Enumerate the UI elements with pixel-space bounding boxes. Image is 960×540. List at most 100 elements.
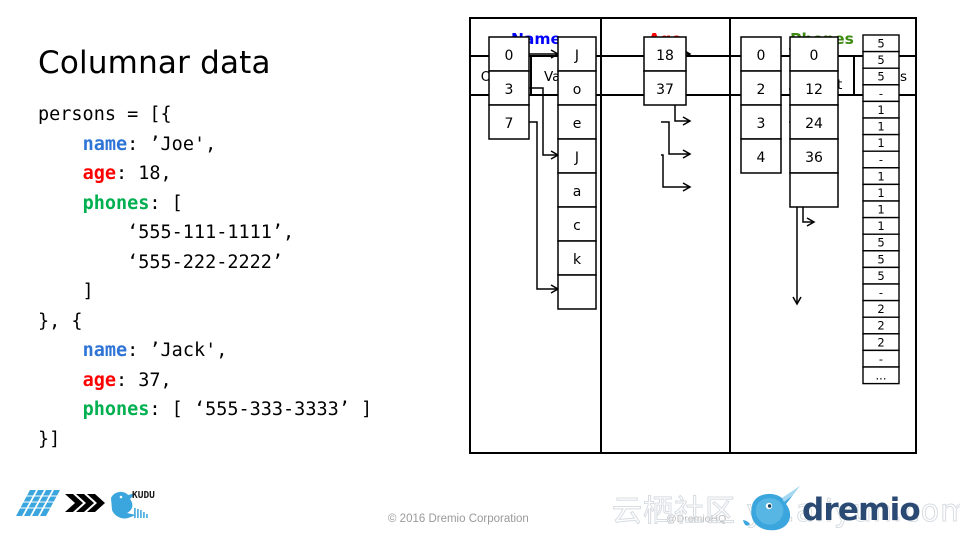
cell-group: 1 (862, 167, 900, 186)
dremio-logo: dremio (738, 484, 948, 534)
code-line: name: ’Joe', (38, 130, 438, 160)
code-snippet: persons = [{ name: ’Joe', age: 18, phone… (38, 100, 438, 454)
code-line: phones: [ ‘555-333-3333’ ] (38, 395, 438, 425)
cell-group: k (557, 240, 597, 276)
cell-value: 36 (805, 150, 823, 166)
cell-group: 2 (740, 70, 782, 106)
cell-value: - (879, 352, 883, 366)
cell-value: 2 (877, 319, 884, 333)
cell-group: 5 (862, 266, 900, 285)
cell-value: - (879, 286, 883, 300)
cell-value: 5 (877, 70, 884, 84)
cell-value: 1 (877, 219, 884, 233)
cell-group: 1 (862, 183, 900, 202)
code-key: name (82, 133, 128, 155)
age-values-column: 18 37 (643, 36, 687, 106)
footer-logo-row: KUDU (10, 482, 160, 528)
cell-group (789, 172, 839, 208)
cell-value: 24 (805, 116, 823, 132)
cell-group: 5 (862, 67, 900, 86)
cell-value: 2 (877, 302, 884, 316)
cell-group: 12 (789, 70, 839, 106)
phones-values-column: 5 5 5 - 1 1 1 - 1 1 1 1 5 5 5 - 2 2 2 -... (862, 34, 900, 385)
cell-value: k (573, 252, 582, 268)
code-line: ‘555-111-1111’, (38, 218, 438, 248)
cell-group: 1 (862, 133, 900, 152)
code-text: ‘555-222-2222’ (38, 251, 284, 273)
parquet-logo-icon (16, 490, 60, 516)
code-text: }, { (38, 310, 83, 332)
cell-group: 7 (488, 104, 530, 140)
code-text: ] (38, 281, 94, 302)
narwhal-icon (743, 486, 800, 531)
cell-group: 2 (862, 299, 900, 318)
code-line: age: 18, (38, 159, 438, 189)
cell-group: 5 (862, 34, 900, 53)
cell-value: 1 (877, 136, 884, 150)
cell-value: c (573, 218, 581, 234)
cell-group: J (557, 138, 597, 174)
cell-group: - (862, 150, 900, 169)
cell-value: 5 (877, 53, 884, 67)
cell-group: o (557, 70, 597, 106)
code-key: age (82, 369, 116, 391)
cell-value: 12 (805, 82, 823, 98)
code-text: : 18, (115, 163, 172, 184)
cell-value: 3 (757, 116, 766, 132)
code-text: }] (38, 428, 61, 450)
cell-value: o (573, 82, 582, 98)
cell-group: - (862, 283, 900, 302)
cell-group: 3 (740, 104, 782, 140)
cell-value: 1 (877, 169, 884, 183)
kudu-logo-icon: KUDU (111, 490, 155, 519)
code-line: persons = [{ (38, 100, 438, 130)
copyright-text: © 2016 Dremio Corporation (388, 513, 529, 525)
cell-group: 0 (488, 36, 530, 72)
cell-value: e (573, 116, 582, 132)
cell-group: ... (862, 366, 900, 385)
cell-group: 37 (643, 70, 687, 106)
cell-group: 2 (862, 316, 900, 335)
code-key: age (82, 163, 116, 184)
cell-group (557, 274, 597, 310)
code-line: age: 37, (38, 366, 438, 396)
cell-value: ... (876, 369, 887, 383)
code-key: phones (82, 192, 150, 214)
cell-group: 1 (862, 200, 900, 219)
cell-value: 1 (877, 203, 884, 217)
cell-group: c (557, 206, 597, 242)
cell-group: 1 (862, 100, 900, 119)
code-text: : 37, (115, 369, 172, 391)
cell-group: 2 (862, 333, 900, 352)
cell-group: e (557, 104, 597, 140)
cell-group: 3 (488, 70, 530, 106)
kudu-logo-label: KUDU (132, 490, 155, 501)
columnar-layout-diagram: Name Age Phones Offset Values Values Lis… (469, 17, 917, 454)
code-line: name: ’Jack', (38, 336, 438, 366)
cell-value: - (879, 153, 883, 167)
name-offset-column: 0 3 7 (488, 36, 530, 140)
code-text: ‘555-111-1111’, (38, 222, 295, 243)
phones-str-offset-column: 0 12 24 36 (789, 36, 839, 208)
cell-value: 1 (877, 120, 884, 134)
cell-value: 2 (757, 82, 766, 98)
code-text: : ’Joe', (127, 133, 217, 155)
code-key: phones (82, 399, 150, 420)
code-text: : [ ‘555-333-3333’ ] (149, 399, 373, 420)
code-key: name (82, 340, 128, 361)
cell-group: 0 (789, 36, 839, 72)
cell-group: 36 (789, 138, 839, 174)
cell-value: 2 (877, 335, 884, 349)
cell-group: 24 (789, 104, 839, 140)
cell-value: 3 (505, 82, 514, 98)
cell-value: - (879, 86, 883, 100)
cell-value: 5 (877, 37, 884, 51)
phones-list-offset-column: 0 2 3 4 (740, 36, 782, 174)
cell-group: 1 (862, 117, 900, 136)
cell-value: 0 (810, 48, 819, 64)
